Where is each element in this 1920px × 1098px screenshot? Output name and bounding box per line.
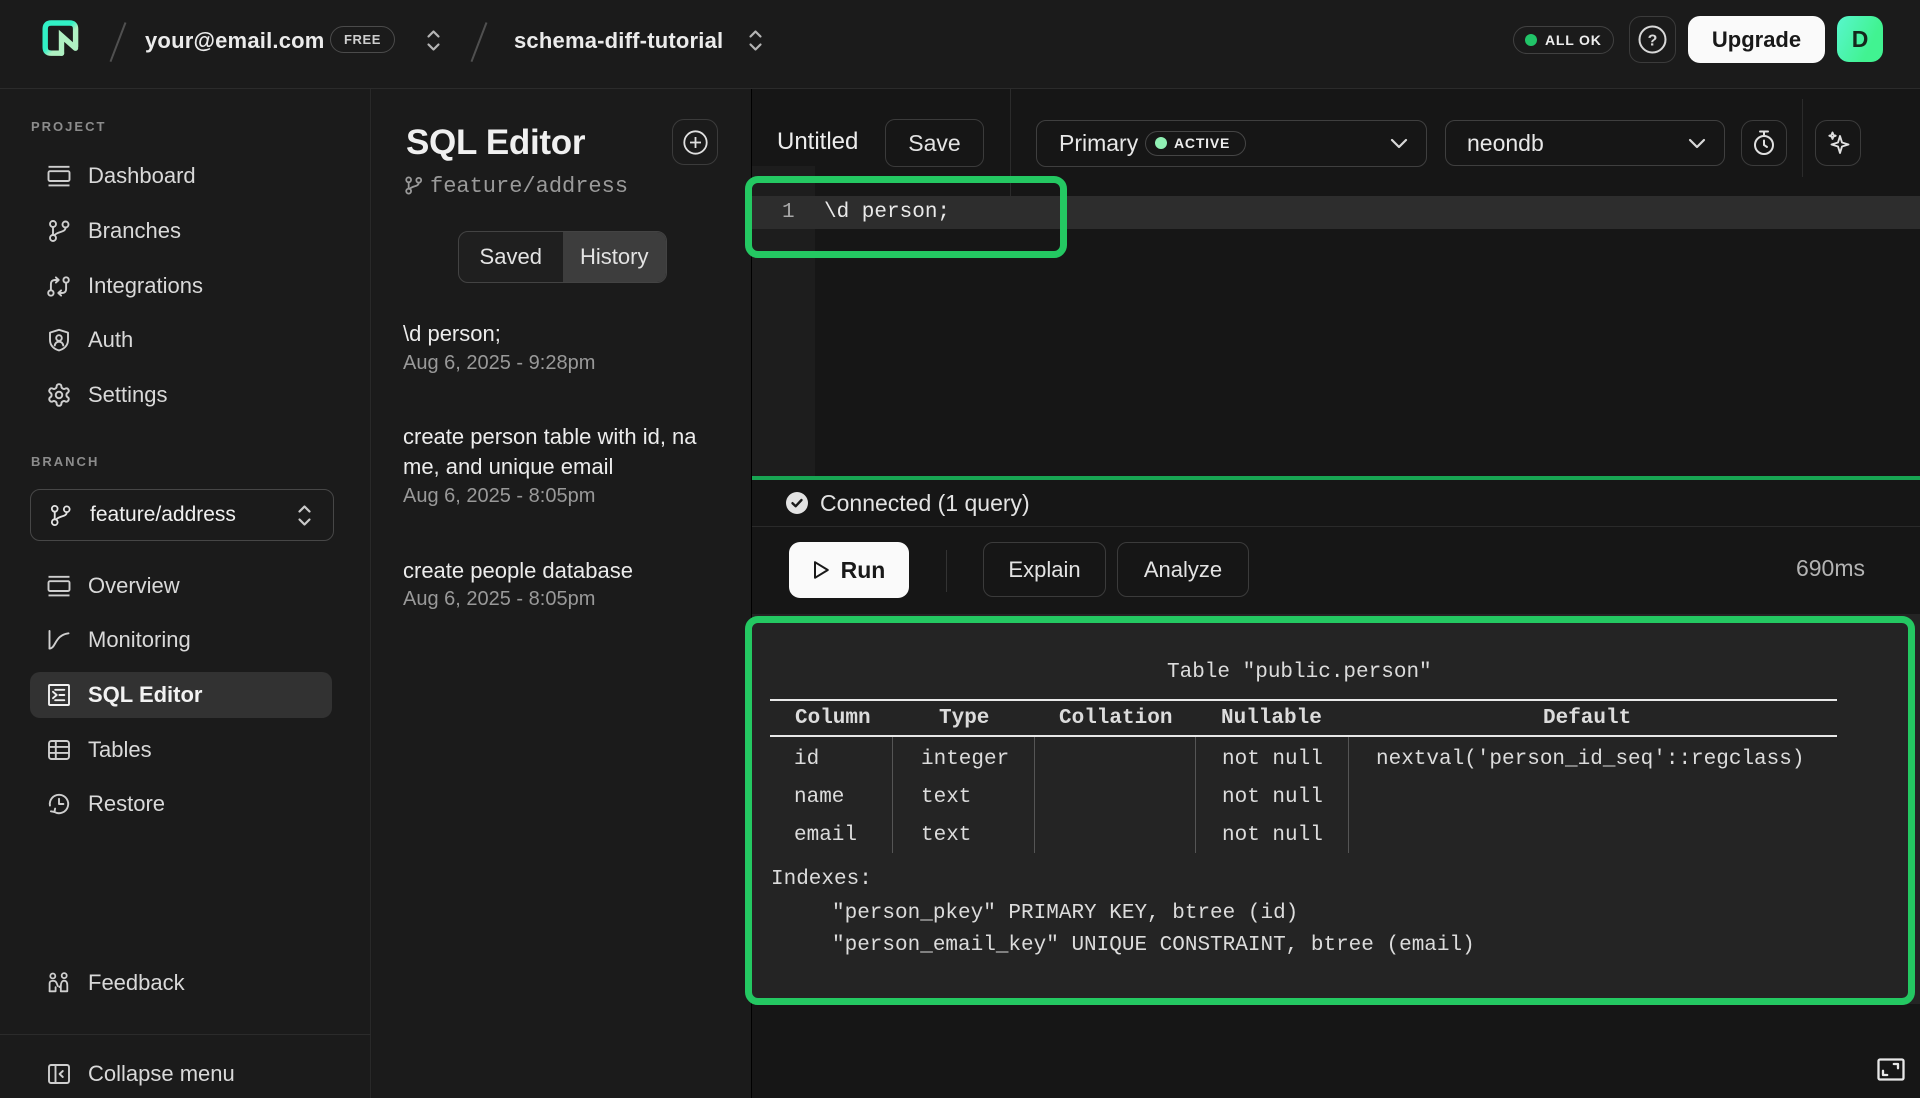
svg-text:?: ? [1648,33,1658,50]
